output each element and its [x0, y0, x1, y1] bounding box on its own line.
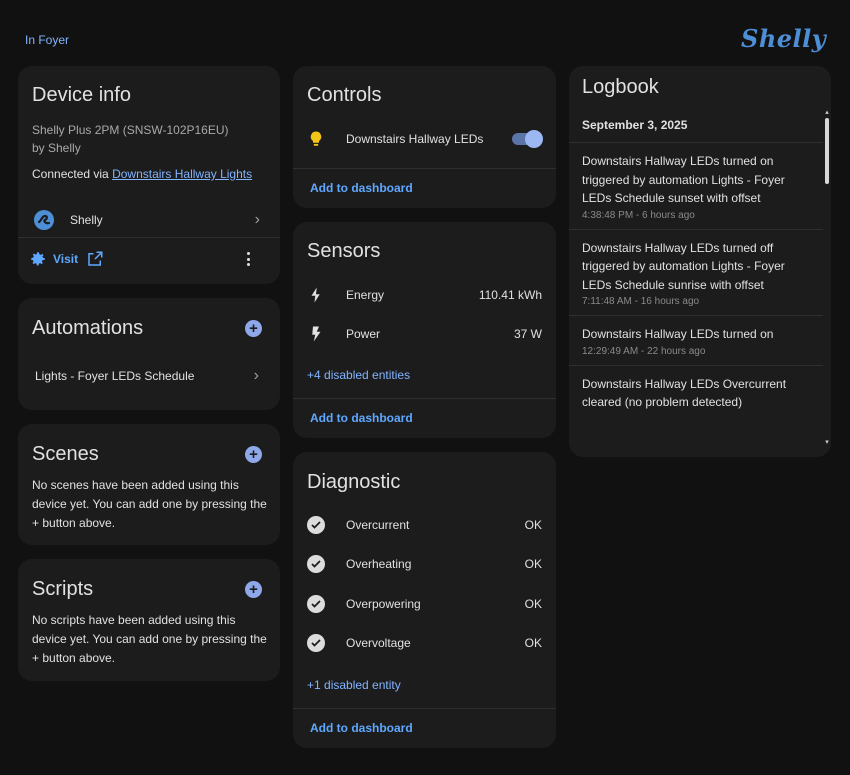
integration-row[interactable]: Shelly ›	[18, 202, 280, 238]
lightbulb-icon	[307, 130, 325, 148]
sensor-label: Power	[346, 327, 381, 341]
downstairs-leds-toggle[interactable]	[512, 130, 543, 148]
check-circle-icon	[307, 595, 325, 613]
controls-title: Controls	[307, 84, 382, 106]
sensor-value: 37 W	[513, 327, 542, 341]
logbook-entry[interactable]: Downstairs Hallway LEDs Overcurrent clea…	[569, 364, 823, 420]
logbook-entry-text: Downstairs Hallway LEDs turned off trigg…	[582, 240, 785, 292]
logbook-entry[interactable]: Downstairs Hallway LEDs turned on trigge…	[569, 142, 823, 229]
connected-via-link[interactable]: Downstairs Hallway Lights	[112, 167, 252, 181]
diagnostic-row[interactable]: Overvoltage OK	[307, 632, 542, 654]
scroll-up-icon[interactable]: ▴	[824, 109, 830, 116]
open-in-new-icon	[86, 250, 104, 268]
device-info-title: Device info	[32, 84, 131, 106]
sensors-disabled-entities-link[interactable]: +4 disabled entities	[307, 368, 410, 382]
logbook-title: Logbook	[582, 76, 659, 98]
check-circle-icon	[307, 634, 325, 652]
control-label: Downstairs Hallway LEDs	[346, 132, 484, 146]
more-options-icon[interactable]	[242, 250, 254, 268]
control-row: Downstairs Hallway LEDs	[307, 128, 543, 150]
diagnostic-value: OK	[524, 518, 542, 532]
scenes-title: Scenes	[32, 443, 99, 465]
automation-item[interactable]: Lights - Foyer LEDs Schedule ›	[18, 362, 280, 390]
visit-button[interactable]: Visit	[29, 250, 104, 268]
column-middle: Controls Downstairs Hallway LEDs Add to …	[293, 66, 556, 748]
sensor-row-power[interactable]: Power 37 W	[307, 323, 542, 345]
controls-card: Controls Downstairs Hallway LEDs Add to …	[293, 66, 556, 208]
logbook-card: Logbook September 3, 2025 Downstairs Hal…	[569, 66, 831, 457]
diagnostic-disabled-entity-link[interactable]: +1 disabled entity	[307, 678, 401, 692]
visit-label: Visit	[53, 252, 79, 266]
add-scene-icon[interactable]: +	[245, 446, 262, 463]
logbook-entry[interactable]: Downstairs Hallway LEDs turned on 12:29:…	[569, 315, 823, 365]
automations-title: Automations	[32, 317, 144, 339]
divider	[293, 708, 556, 709]
divider	[293, 168, 556, 169]
logbook-date: September 3, 2025	[582, 118, 688, 132]
gear-icon	[29, 250, 47, 268]
logbook-list[interactable]: September 3, 2025 Downstairs Hallway LED…	[569, 110, 823, 442]
scripts-title: Scripts	[32, 578, 94, 600]
device-manufacturer: by Shelly	[32, 141, 81, 155]
diagnostic-value: OK	[524, 636, 542, 650]
sensor-row-energy[interactable]: Energy 110.41 kWh	[307, 284, 542, 306]
scripts-empty-text: No scripts have been added using this de…	[32, 613, 267, 665]
logbook-entry-time: 12:29:49 AM - 22 hours ago	[582, 345, 706, 357]
logbook-scrollbar[interactable]: ▴ ▾	[824, 109, 830, 446]
automation-item-label: Lights - Foyer LEDs Schedule	[35, 369, 195, 383]
check-circle-icon	[307, 555, 325, 573]
diagnostic-label: Overheating	[346, 557, 412, 571]
device-model: Shelly Plus 2PM (SNSW-102P16EU)	[32, 123, 229, 137]
sensors-add-to-dashboard-button[interactable]: Add to dashboard	[310, 411, 413, 425]
diagnostic-row[interactable]: Overpowering OK	[307, 593, 542, 615]
controls-add-to-dashboard-button[interactable]: Add to dashboard	[310, 181, 413, 195]
integration-label: Shelly	[70, 213, 103, 227]
scripts-card: Scripts + No scripts have been added usi…	[18, 559, 280, 681]
connected-via-prefix: Connected via	[32, 167, 113, 181]
divider	[18, 237, 280, 238]
automations-card: Automations + Lights - Foyer LEDs Schedu…	[18, 298, 280, 410]
column-left: Device info Shelly Plus 2PM (SNSW-102P16…	[18, 66, 280, 681]
scenes-empty-text: No scenes have been added using this dev…	[32, 478, 267, 530]
scenes-card: Scenes + No scenes have been added using…	[18, 424, 280, 545]
diagnostic-add-to-dashboard-button[interactable]: Add to dashboard	[310, 721, 413, 735]
logbook-entry-time: 7:11:48 AM - 16 hours ago	[582, 296, 700, 307]
logbook-entry[interactable]: Downstairs Hallway LEDs turned off trigg…	[569, 228, 823, 316]
chevron-right-icon: ›	[253, 367, 259, 384]
scrollbar-thumb[interactable]	[825, 118, 829, 184]
connected-via: Connected via Downstairs Hallway Lights	[32, 167, 252, 181]
shelly-logo: Shelly	[741, 24, 827, 53]
logbook-entry-text: Downstairs Hallway LEDs Overcurrent clea…	[582, 376, 787, 410]
diagnostic-card: Diagnostic Overcurrent OK Overheating OK…	[293, 452, 556, 748]
logbook-entry-text: Downstairs Hallway LEDs turned on	[582, 327, 774, 341]
sensor-value: 110.41 kWh	[478, 288, 542, 302]
chevron-right-icon: ›	[254, 211, 260, 228]
logbook-entry-time: 4:38:48 PM - 6 hours ago	[582, 209, 695, 221]
add-automation-icon[interactable]: +	[245, 320, 262, 337]
diagnostic-label: Overpowering	[346, 597, 421, 611]
check-circle-icon	[307, 516, 325, 534]
sensor-label: Energy	[346, 288, 385, 302]
divider	[293, 398, 556, 399]
lightning-bolt-icon	[307, 286, 325, 304]
diagnostic-row[interactable]: Overheating OK	[307, 553, 542, 575]
diagnostic-row[interactable]: Overcurrent OK	[307, 514, 542, 536]
logbook-entry-text: Downstairs Hallway LEDs turned on trigge…	[582, 154, 785, 205]
diagnostic-label: Overvoltage	[346, 636, 411, 650]
area-link[interactable]: In Foyer	[25, 33, 69, 47]
sensors-card: Sensors Energy 110.41 kWh Power 37 W +4 …	[293, 222, 556, 438]
flash-icon	[307, 325, 325, 343]
diagnostic-label: Overcurrent	[346, 518, 410, 532]
column-right: Logbook September 3, 2025 Downstairs Hal…	[569, 66, 831, 457]
device-info-card: Device info Shelly Plus 2PM (SNSW-102P16…	[18, 66, 280, 284]
add-script-icon[interactable]: +	[245, 581, 262, 598]
diagnostic-value: OK	[524, 597, 542, 611]
scroll-down-icon[interactable]: ▾	[824, 439, 830, 446]
shelly-integration-icon	[32, 208, 56, 232]
diagnostic-value: OK	[524, 557, 542, 571]
sensors-title: Sensors	[307, 240, 381, 262]
diagnostic-title: Diagnostic	[307, 471, 401, 493]
